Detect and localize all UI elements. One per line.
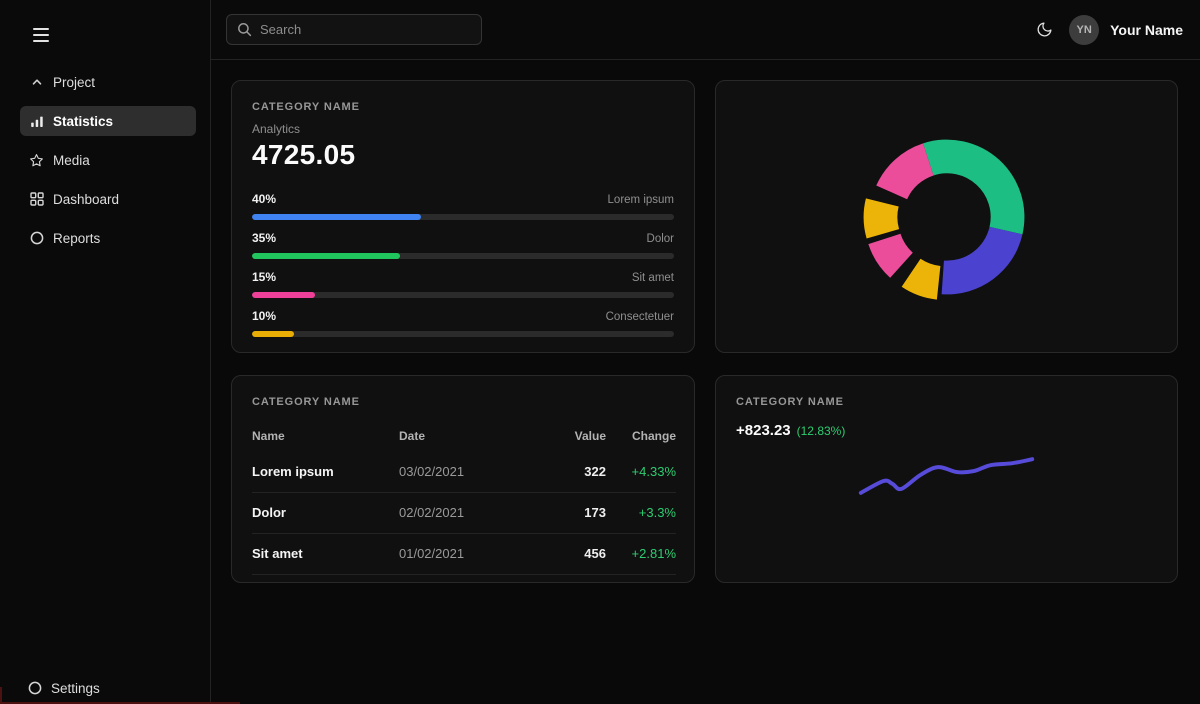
progress-item: 10% Consectetuer [252, 309, 674, 337]
progress-fill [252, 214, 421, 220]
sidebar-nav: Project Statistics Media Dashboard Reports [20, 67, 196, 262]
progress-percent: 40% [252, 192, 276, 206]
sidebar-item-label: Dashboard [53, 192, 119, 207]
grid-icon [29, 192, 44, 207]
progress-track [252, 331, 674, 337]
analytics-total: 4725.05 [252, 139, 674, 171]
progress-label: Consectetuer [606, 311, 674, 323]
table-header-row: NameDateValueChange [252, 421, 676, 452]
table-row: Dolor02/02/2021173+3.3% [252, 493, 676, 534]
cell-change: +2.81% [606, 534, 676, 575]
progress-percent: 10% [252, 309, 276, 323]
table-header: Date [399, 421, 526, 452]
table-header: Name [252, 421, 399, 452]
progress-track [252, 253, 674, 259]
sidebar-item-label: Reports [53, 231, 100, 246]
progress-fill [252, 292, 315, 298]
trend-card: CATEGORY NAME +823.23 (12.83%) [715, 375, 1178, 583]
progress-fill [252, 253, 400, 259]
progress-label: Sit amet [632, 272, 674, 284]
circle-icon [29, 231, 44, 246]
sidebar-item-label: Settings [51, 681, 100, 696]
search-box [226, 14, 482, 45]
sidebar: Project Statistics Media Dashboard Reports S… [0, 0, 211, 704]
menu-icon[interactable] [33, 28, 49, 42]
app-root: Project Statistics Media Dashboard Reports S… [0, 0, 1200, 704]
sidebar-item-media[interactable]: Media [20, 145, 196, 175]
search-input[interactable] [226, 14, 482, 45]
user-name[interactable]: Your Name [1110, 22, 1183, 38]
card-title: CATEGORY NAME [252, 101, 674, 113]
donut-chart [716, 81, 1177, 352]
settings-icon [27, 681, 42, 696]
progress-track [252, 214, 674, 220]
cell-change: +3.3% [606, 493, 676, 534]
cell-value: 173 [526, 493, 606, 534]
progress-item: 40% Lorem ipsum [252, 192, 674, 220]
trend-line [861, 459, 1032, 493]
progress-bars: 40% Lorem ipsum 35% Dolor 15% Sit amet 10% Cons… [252, 192, 674, 337]
sidebar-item-statistics[interactable]: Statistics [20, 106, 196, 136]
donut-segment [864, 198, 899, 238]
sidebar-item-label: Media [53, 153, 90, 168]
table-row: Lorem ipsum03/02/2021322+4.33% [252, 452, 676, 493]
data-table: NameDateValueChange Lorem ipsum03/02/202… [252, 421, 676, 575]
moon-icon [1036, 21, 1053, 38]
analytics-card: CATEGORY NAME Analytics 4725.05 40% Lorem… [231, 80, 695, 353]
card-title: CATEGORY NAME [252, 396, 674, 408]
cell-date: 02/02/2021 [399, 493, 526, 534]
topbar: YN Your Name [211, 0, 1200, 60]
table-row: Sit amet01/02/2021456+2.81% [252, 534, 676, 575]
avatar[interactable]: YN [1069, 15, 1099, 45]
table-card: CATEGORY NAME NameDateValueChange Lorem … [231, 375, 695, 583]
dark-mode-toggle[interactable] [1036, 21, 1053, 38]
progress-track [252, 292, 674, 298]
bar-chart-icon [29, 114, 44, 129]
donut-segment [902, 259, 941, 300]
cell-name: Lorem ipsum [252, 452, 399, 493]
cell-date: 01/02/2021 [399, 534, 526, 575]
table-header: Change [606, 421, 676, 452]
sidebar-item-label: Statistics [53, 114, 113, 129]
avatar-initials: YN [1076, 24, 1091, 36]
donut-card [715, 80, 1178, 353]
cell-value: 456 [526, 534, 606, 575]
sidebar-item-settings[interactable]: Settings [20, 674, 196, 702]
donut-segment [868, 234, 912, 278]
cell-name: Sit amet [252, 534, 399, 575]
sidebar-item-project[interactable]: Project [20, 67, 196, 97]
cell-value: 322 [526, 452, 606, 493]
cell-date: 03/02/2021 [399, 452, 526, 493]
main-content: CATEGORY NAME Analytics 4725.05 40% Lorem… [231, 80, 1178, 583]
progress-item: 15% Sit amet [252, 270, 674, 298]
sidebar-item-dashboard[interactable]: Dashboard [20, 184, 196, 214]
progress-label: Lorem ipsum [608, 194, 674, 206]
progress-fill [252, 331, 294, 337]
cell-change: +4.33% [606, 452, 676, 493]
star-icon [29, 153, 44, 168]
table-header: Value [526, 421, 606, 452]
line-chart [716, 376, 1177, 582]
chevron-up-icon [29, 75, 44, 90]
progress-percent: 35% [252, 231, 276, 245]
donut-segment [942, 227, 1023, 295]
topbar-right: YN Your Name [1036, 15, 1200, 45]
progress-percent: 15% [252, 270, 276, 284]
sidebar-item-label: Project [53, 75, 95, 90]
donut-segment [923, 140, 1024, 235]
progress-label: Dolor [647, 233, 674, 245]
cell-name: Dolor [252, 493, 399, 534]
progress-item: 35% Dolor [252, 231, 674, 259]
sidebar-item-reports[interactable]: Reports [20, 223, 196, 253]
donut-segment [876, 143, 933, 199]
card-subtitle: Analytics [252, 122, 674, 136]
